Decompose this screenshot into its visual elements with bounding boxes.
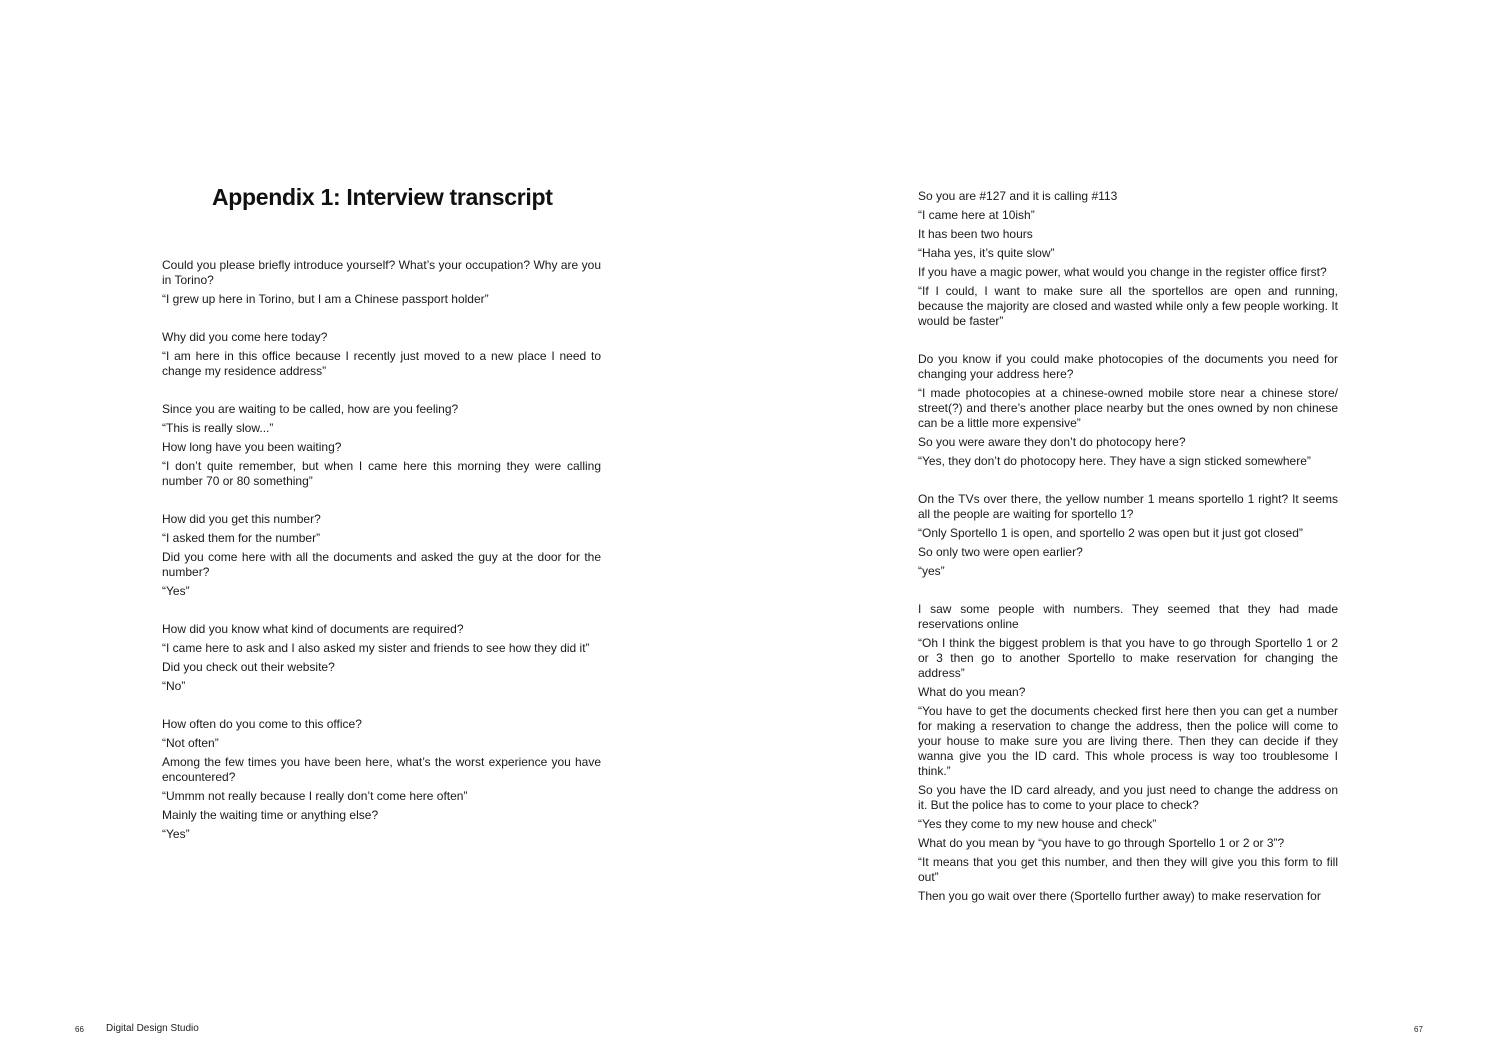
page-number-right: 67 xyxy=(1414,1025,1423,1034)
transcript-line: “It means that you get this number, and … xyxy=(918,855,1338,884)
page-title: Appendix 1: Interview transcript xyxy=(212,184,553,210)
left-page: Appendix 1: Interview transcript Could y… xyxy=(0,0,750,1061)
transcript-line: Among the few times you have been here, … xyxy=(162,755,601,784)
transcript-line: “Ummm not really because I really don’t … xyxy=(162,789,468,803)
transcript-line: “I grew up here in Torino, but I am a Ch… xyxy=(162,292,489,306)
transcript-line: “I asked them for the number” xyxy=(162,531,321,545)
transcript-line: So you have the ID card already, and you… xyxy=(918,783,1338,812)
transcript-line: How did you know what kind of documents … xyxy=(162,622,464,636)
transcript-block: I saw some people with numbers. They see… xyxy=(918,602,1338,904)
transcript-line: Why did you come here today? xyxy=(162,330,328,344)
transcript-line: “Haha yes, it’s quite slow” xyxy=(918,246,1055,260)
transcript-line: “I came here to ask and I also asked my … xyxy=(162,641,590,655)
transcript-line: Did you check out their website? xyxy=(162,660,335,674)
transcript-line: On the TVs over there, the yellow number… xyxy=(918,492,1338,521)
transcript-line: How often do you come to this office? xyxy=(162,717,362,731)
transcript-line: “You have to get the documents checked f… xyxy=(918,704,1338,778)
transcript-line: How long have you been waiting? xyxy=(162,440,342,454)
transcript-line: “I don’t quite remember, but when I came… xyxy=(162,459,601,488)
transcript-line: If you have a magic power, what would yo… xyxy=(918,265,1327,279)
transcript-line: Do you know if you could make photocopie… xyxy=(918,352,1338,381)
transcript-line: Could you please briefly introduce yours… xyxy=(162,258,601,287)
transcript-line: “Yes” xyxy=(162,584,190,598)
transcript-line: What do you mean? xyxy=(918,685,1026,699)
transcript-line: “This is really slow...” xyxy=(162,421,274,435)
transcript-line: “I came here at 10ish” xyxy=(918,208,1035,222)
transcript-column-left: Could you please briefly introduce yours… xyxy=(162,258,601,865)
transcript-line: I saw some people with numbers. They see… xyxy=(918,602,1338,631)
transcript-block: So you are #127 and it is calling #113 “I… xyxy=(918,189,1338,329)
transcript-line: It has been two hours xyxy=(918,227,1033,241)
transcript-block: On the TVs over there, the yellow number… xyxy=(918,492,1338,579)
transcript-line: Did you come here with all the documents… xyxy=(162,550,601,579)
transcript-block: How did you know what kind of documents … xyxy=(162,622,601,694)
transcript-line: So you are #127 and it is calling #113 xyxy=(918,189,1118,203)
transcript-line: What do you mean by “you have to go thro… xyxy=(918,836,1285,850)
transcript-line: Mainly the waiting time or anything else… xyxy=(162,808,379,822)
footer-title: Digital Design Studio xyxy=(106,1023,199,1034)
transcript-line: “yes” xyxy=(918,564,945,578)
transcript-line: Then you go wait over there (Sportello f… xyxy=(918,889,1321,903)
transcript-line: How did you get this number? xyxy=(162,512,321,526)
transcript-line: “I made photocopies at a chinese-owned m… xyxy=(918,386,1338,430)
transcript-line: So you were aware they don’t do photocop… xyxy=(918,435,1186,449)
transcript-line: “No” xyxy=(162,679,186,693)
transcript-line: “If I could, I want to make sure all the… xyxy=(918,284,1338,328)
transcript-line: “Not often” xyxy=(162,736,219,750)
transcript-block: How often do you come to this office? “No… xyxy=(162,717,601,842)
transcript-block: Could you please briefly introduce yours… xyxy=(162,258,601,307)
transcript-line: “Yes they come to my new house and check… xyxy=(918,817,1157,831)
transcript-line: “Only Sportello 1 is open, and sportello… xyxy=(918,526,1303,540)
transcript-block: How did you get this number? “I asked the… xyxy=(162,512,601,599)
transcript-line: So only two were open earlier? xyxy=(918,545,1083,559)
transcript-line: “I am here in this office because I rece… xyxy=(162,349,601,378)
page-number-left: 66 xyxy=(75,1025,84,1034)
transcript-line: “Yes” xyxy=(162,827,190,841)
transcript-block: Why did you come here today? “I am here i… xyxy=(162,330,601,379)
transcript-block: Since you are waiting to be called, how … xyxy=(162,402,601,489)
right-page: So you are #127 and it is calling #113 “I… xyxy=(750,0,1500,1061)
transcript-line: “Oh I think the biggest problem is that … xyxy=(918,636,1338,680)
transcript-column-right: So you are #127 and it is calling #113 “I… xyxy=(918,189,1338,927)
transcript-line: Since you are waiting to be called, how … xyxy=(162,402,459,416)
transcript-block: Do you know if you could make photocopie… xyxy=(918,352,1338,469)
transcript-line: “Yes, they don’t do photocopy here. They… xyxy=(918,454,1311,468)
